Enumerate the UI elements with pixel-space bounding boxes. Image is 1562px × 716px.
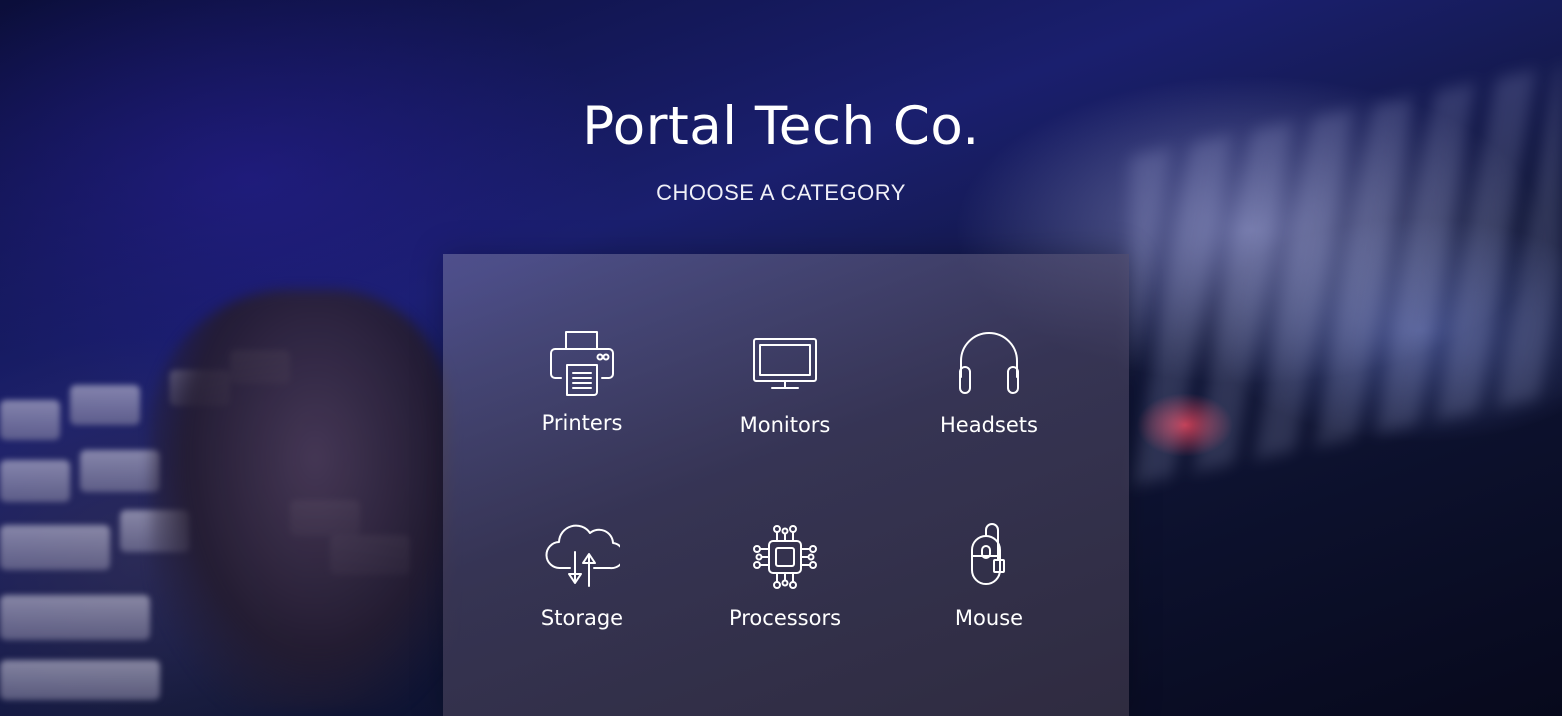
category-label: Mouse [954, 606, 1024, 630]
category-storage[interactable]: Storage [492, 516, 672, 666]
category-printers[interactable]: Printers [492, 329, 672, 479]
landing-page: Portal Tech Co. CHOOSE A CATEGORY Printe… [0, 0, 1562, 716]
category-label: Storage [540, 606, 624, 630]
category-headsets[interactable]: Headsets [899, 329, 1079, 479]
category-mouse[interactable]: Mouse [899, 522, 1079, 672]
page-title: Portal Tech Co. [582, 96, 980, 157]
category-panel: Printers Monitors Headsets Storage Proce… [443, 254, 1129, 716]
monitor-icon [753, 338, 817, 389]
processor-chip-icon [753, 525, 817, 589]
page-subtitle: CHOOSE A CATEGORY [656, 180, 906, 205]
cloud-storage-icon [545, 524, 620, 587]
category-monitors[interactable]: Monitors [695, 329, 875, 479]
background-hand [150, 290, 450, 710]
category-label: Printers [541, 411, 623, 435]
category-label: Headsets [940, 413, 1038, 437]
headset-icon [959, 332, 1019, 394]
category-label: Monitors [739, 413, 831, 437]
category-label: Processors [728, 606, 842, 630]
mouse-icon [971, 523, 1005, 585]
category-processors[interactable]: Processors [695, 522, 875, 672]
printer-icon [550, 331, 614, 396]
